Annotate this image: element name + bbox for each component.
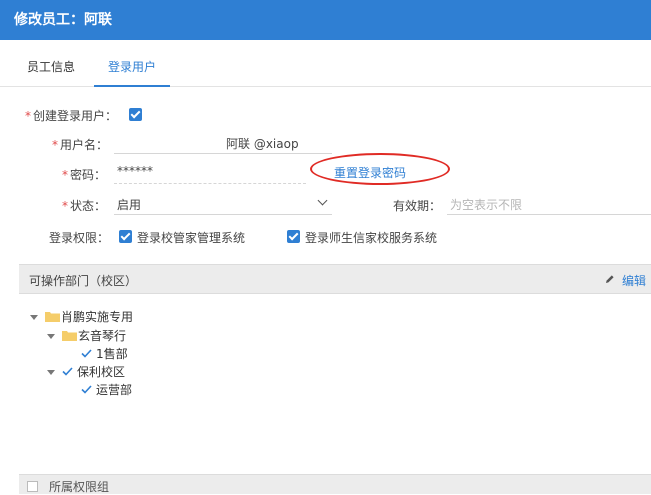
status-label: * 状态： xyxy=(62,199,107,213)
status-value: 启用 xyxy=(117,198,142,212)
chevron-down-icon xyxy=(317,195,328,206)
departments-header: 可操作部门（校区） 编辑 xyxy=(19,264,651,294)
tree-node-label: 1售部 xyxy=(96,347,128,361)
permission-group-header: 所属权限组 xyxy=(19,474,651,494)
reset-password-link[interactable]: 重置登录密码 xyxy=(334,164,406,181)
pencil-icon[interactable] xyxy=(605,274,615,284)
login-permission-label: 登录权限： xyxy=(49,231,110,245)
create-login-user-label: * 创建登录用户： xyxy=(25,109,118,123)
validity-label: 有效期： xyxy=(393,199,442,213)
check-icon xyxy=(81,349,92,358)
password-value: ****** xyxy=(117,164,153,178)
tree-node-label: 保利校区 xyxy=(77,365,126,379)
caret-down-icon[interactable] xyxy=(47,334,55,339)
folder-icon xyxy=(62,331,77,341)
folder-icon xyxy=(45,312,60,322)
username-field[interactable]: 阿联 @xiaop xyxy=(114,132,332,154)
validity-placeholder: 为空表示不限 xyxy=(450,198,523,212)
edit-departments-link[interactable]: 编辑 xyxy=(622,272,646,289)
tab-bar: 员工信息 登录用户 xyxy=(0,40,651,87)
username-value: 阿联 @xiaop xyxy=(226,137,299,151)
permission-admin-checkbox[interactable] xyxy=(119,230,132,243)
check-icon xyxy=(62,367,73,376)
permission-group-title: 所属权限组 xyxy=(49,480,110,494)
caret-down-icon[interactable] xyxy=(30,315,38,320)
check-icon xyxy=(81,385,92,394)
permission-family-label: 登录师生信家校服务系统 xyxy=(305,231,438,245)
permission-family-checkbox[interactable] xyxy=(287,230,300,243)
permission-admin-label: 登录校管家管理系统 xyxy=(137,231,246,245)
dialog-title: 修改员工：阿联 xyxy=(0,0,651,40)
caret-down-icon[interactable] xyxy=(47,370,55,375)
username-label: * 用户名： xyxy=(52,138,109,152)
tree-node-label: 肖鹏实施专用 xyxy=(61,310,134,324)
create-login-user-checkbox[interactable] xyxy=(129,108,142,121)
tab-employee-info[interactable]: 员工信息 xyxy=(27,40,75,86)
tab-login-user[interactable]: 登录用户 xyxy=(94,40,170,87)
validity-field[interactable]: 为空表示不限 xyxy=(447,193,651,215)
password-field[interactable]: ****** xyxy=(114,162,306,184)
tree-node-label: 玄音琴行 xyxy=(78,329,127,343)
password-label: * 密码： xyxy=(62,168,107,182)
tree-node-label: 运营部 xyxy=(96,383,133,397)
status-select[interactable]: 启用 xyxy=(114,193,332,215)
permission-group-checkbox[interactable] xyxy=(27,481,38,492)
departments-title: 可操作部门（校区） xyxy=(29,274,138,288)
